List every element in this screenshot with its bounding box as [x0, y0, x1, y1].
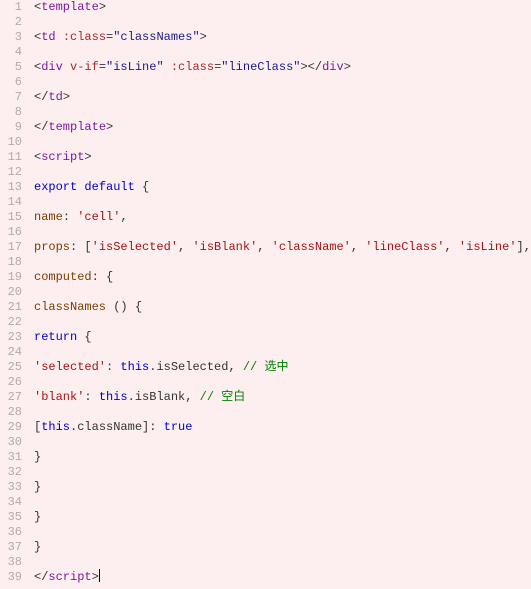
code-line[interactable]: } — [34, 450, 531, 465]
line-number: 14 — [0, 195, 22, 210]
code-line[interactable] — [34, 15, 531, 30]
code-area[interactable]: <template> <td :class="classNames"> <div v… — [30, 0, 531, 585]
code-line[interactable]: <div v-if="isLine" :class="lineClass"></… — [34, 60, 531, 75]
line-number: 7 — [0, 90, 22, 105]
line-number: 10 — [0, 135, 22, 150]
code-line[interactable] — [34, 135, 531, 150]
line-number: 38 — [0, 555, 22, 570]
code-line[interactable] — [34, 45, 531, 60]
code-line[interactable]: </td> — [34, 90, 531, 105]
line-number: 17 — [0, 240, 22, 255]
line-number: 8 — [0, 105, 22, 120]
code-line[interactable] — [34, 225, 531, 240]
line-number: 39 — [0, 570, 22, 585]
code-line[interactable]: <td :class="classNames"> — [34, 30, 531, 45]
code-line[interactable] — [34, 165, 531, 180]
code-line[interactable]: return { — [34, 330, 531, 345]
code-line[interactable]: </template> — [34, 120, 531, 135]
code-line[interactable] — [34, 255, 531, 270]
line-number: 19 — [0, 270, 22, 285]
line-number: 24 — [0, 345, 22, 360]
line-number: 26 — [0, 375, 22, 390]
line-number: 34 — [0, 495, 22, 510]
line-number: 13 — [0, 180, 22, 195]
line-number: 9 — [0, 120, 22, 135]
line-number: 33 — [0, 480, 22, 495]
line-number-gutter: 1234567891011121314151617181920212223242… — [0, 0, 30, 585]
code-line[interactable] — [34, 435, 531, 450]
code-line[interactable] — [34, 405, 531, 420]
line-number: 3 — [0, 30, 22, 45]
code-line[interactable]: } — [34, 510, 531, 525]
line-number: 27 — [0, 390, 22, 405]
line-number: 18 — [0, 255, 22, 270]
line-number: 16 — [0, 225, 22, 240]
line-number: 35 — [0, 510, 22, 525]
code-line[interactable] — [34, 375, 531, 390]
line-number: 12 — [0, 165, 22, 180]
code-line[interactable]: [this.className]: true — [34, 420, 531, 435]
code-line[interactable]: computed: { — [34, 270, 531, 285]
line-number: 15 — [0, 210, 22, 225]
code-line[interactable] — [34, 285, 531, 300]
line-number: 2 — [0, 15, 22, 30]
code-line[interactable]: export default { — [34, 180, 531, 195]
code-editor[interactable]: 1234567891011121314151617181920212223242… — [0, 0, 531, 585]
line-number: 11 — [0, 150, 22, 165]
code-line[interactable]: props: ['isSelected', 'isBlank', 'classN… — [34, 240, 531, 255]
line-number: 30 — [0, 435, 22, 450]
line-number: 28 — [0, 405, 22, 420]
line-number: 25 — [0, 360, 22, 375]
code-line[interactable]: </script> — [34, 570, 531, 585]
line-number: 5 — [0, 60, 22, 75]
line-number: 21 — [0, 300, 22, 315]
line-number: 32 — [0, 465, 22, 480]
code-line[interactable] — [34, 465, 531, 480]
code-line[interactable]: 'selected': this.isSelected, // 选中 — [34, 360, 531, 375]
code-line[interactable] — [34, 495, 531, 510]
line-number: 36 — [0, 525, 22, 540]
line-number: 4 — [0, 45, 22, 60]
code-line[interactable] — [34, 105, 531, 120]
code-line[interactable] — [34, 75, 531, 90]
code-line[interactable]: <template> — [34, 0, 531, 15]
code-line[interactable]: classNames () { — [34, 300, 531, 315]
code-line[interactable] — [34, 345, 531, 360]
line-number: 6 — [0, 75, 22, 90]
code-line[interactable] — [34, 555, 531, 570]
line-number: 37 — [0, 540, 22, 555]
code-line[interactable]: 'blank': this.isBlank, // 空白 — [34, 390, 531, 405]
line-number: 29 — [0, 420, 22, 435]
code-line[interactable]: name: 'cell', — [34, 210, 531, 225]
line-number: 20 — [0, 285, 22, 300]
code-line[interactable]: } — [34, 540, 531, 555]
code-line[interactable] — [34, 315, 531, 330]
line-number: 22 — [0, 315, 22, 330]
code-line[interactable]: } — [34, 480, 531, 495]
code-line[interactable] — [34, 525, 531, 540]
code-line[interactable]: <script> — [34, 150, 531, 165]
line-number: 31 — [0, 450, 22, 465]
line-number: 1 — [0, 0, 22, 15]
line-number: 23 — [0, 330, 22, 345]
code-line[interactable] — [34, 195, 531, 210]
